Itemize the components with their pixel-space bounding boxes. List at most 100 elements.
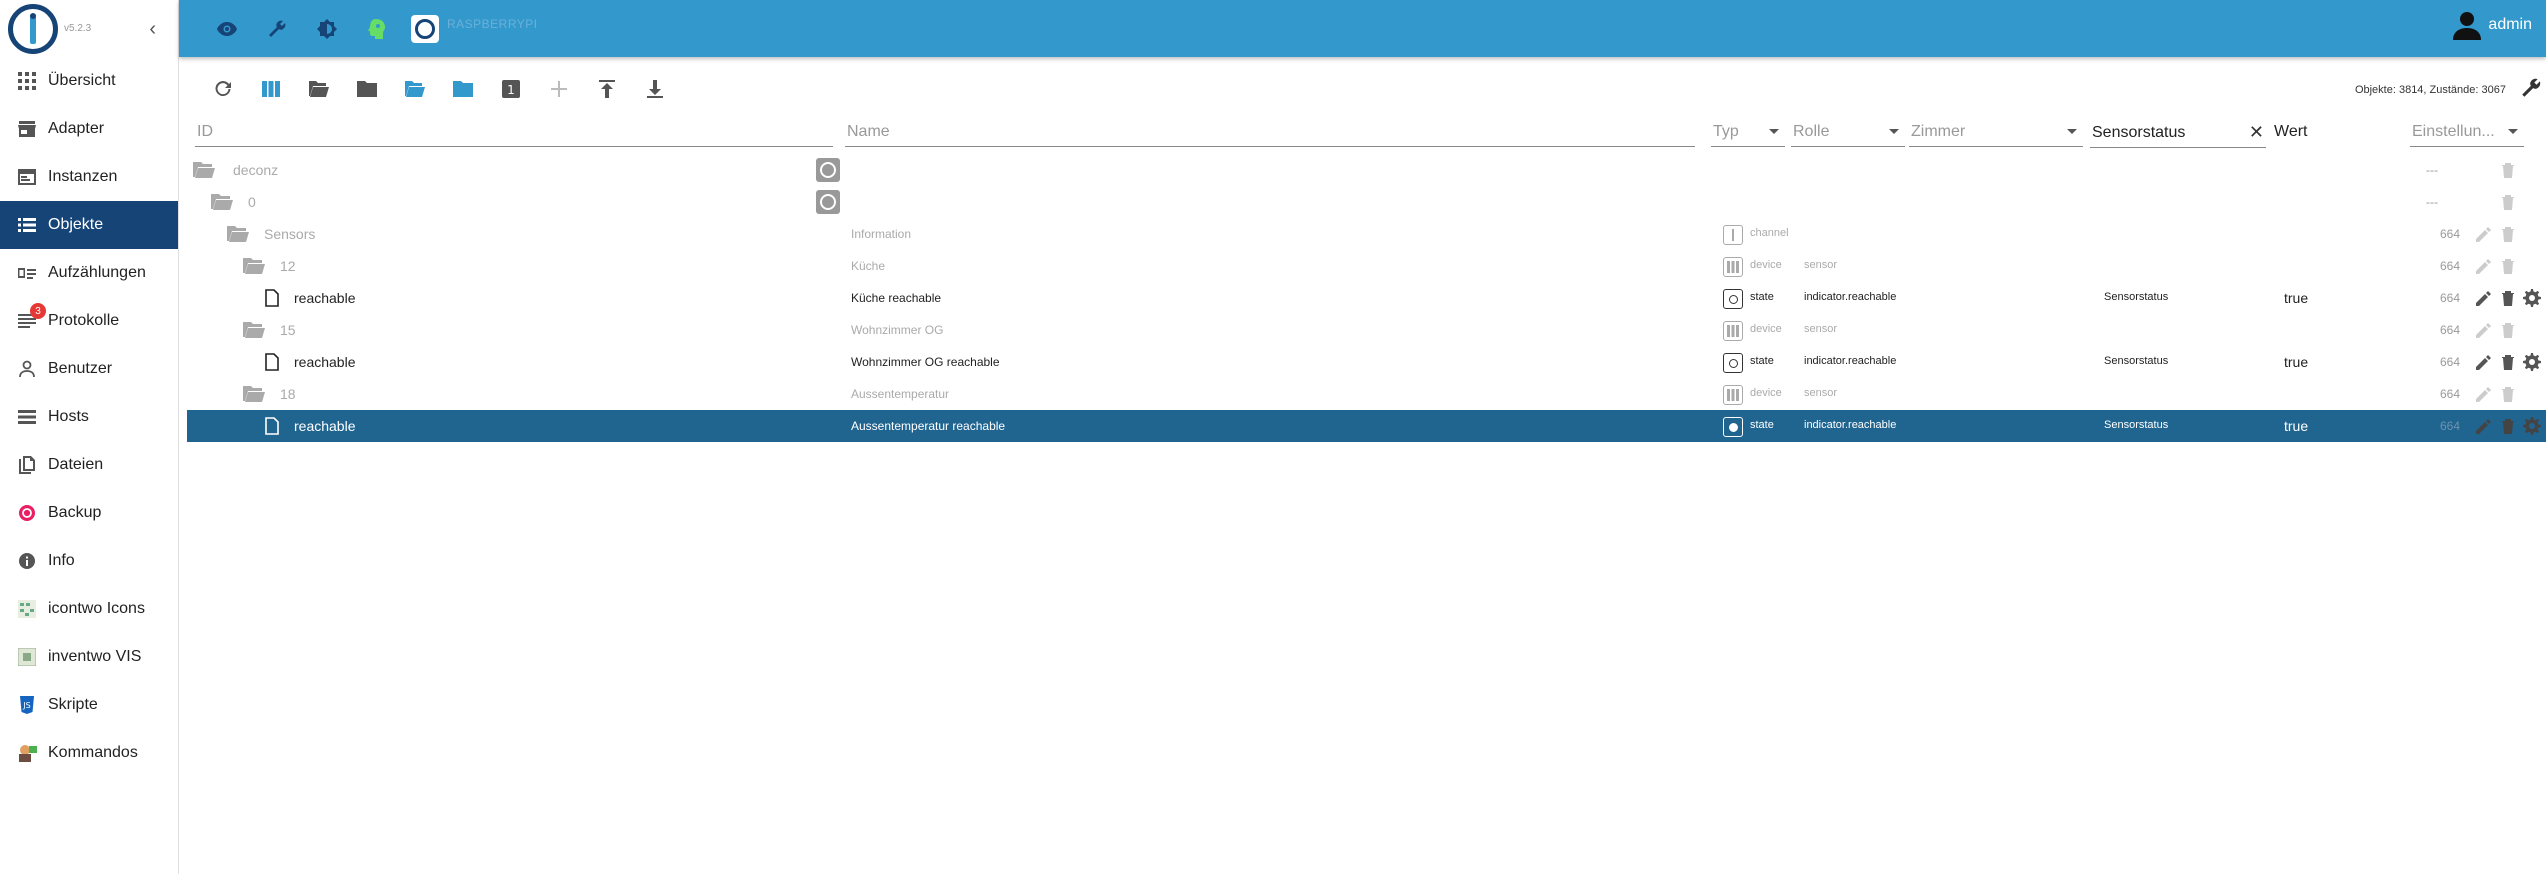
logo-area: v5.2.3 ‹: [0, 0, 178, 57]
folder-button[interactable]: [343, 69, 391, 109]
edit-icon[interactable]: [2474, 288, 2494, 308]
delete-icon[interactable]: [2498, 192, 2518, 212]
table-row[interactable]: 12 Küche device sensor 664: [187, 250, 2546, 282]
sidebar-item-skripte[interactable]: JS Skripte: [0, 681, 178, 729]
sidebar-item-label: Kommandos: [48, 744, 138, 761]
edit-icon[interactable]: [2474, 384, 2494, 404]
row-acl: ---: [2426, 195, 2438, 209]
row-value[interactable]: true: [2284, 290, 2308, 306]
folder-open-icon[interactable]: [243, 257, 265, 275]
edit-icon[interactable]: [2474, 352, 2494, 372]
row-id: deconz: [233, 162, 279, 178]
sidebar-item-instanzen[interactable]: Instanzen: [0, 153, 178, 201]
function-filter-input[interactable]: Sensorstatus ✕: [2090, 118, 2266, 148]
id-filter-input[interactable]: ID: [195, 117, 833, 147]
value-header-label: Wert: [2274, 123, 2308, 140]
user-menu[interactable]: admin: [2452, 10, 2532, 40]
collapse-sidebar-icon[interactable]: ‹: [149, 18, 156, 41]
edit-icon[interactable]: [2474, 416, 2494, 436]
row-name: Aussentemperatur reachable: [851, 419, 1006, 433]
folder-open-icon[interactable]: [193, 161, 215, 179]
folder-open-icon[interactable]: [227, 225, 249, 243]
enums-icon: [16, 262, 38, 284]
edit-icon[interactable]: [2474, 224, 2494, 244]
sidebar-item-icontwo[interactable]: icontwo Icons: [0, 585, 178, 633]
list-icon: [16, 214, 38, 236]
table-row[interactable]: Sensors Information channel 664: [187, 218, 2546, 250]
add-object-button[interactable]: [535, 69, 583, 109]
sidebar-item-info[interactable]: Info: [0, 537, 178, 585]
close-icon[interactable]: ✕: [2249, 122, 2264, 143]
edit-icon[interactable]: [2474, 320, 2494, 340]
delete-icon[interactable]: [2498, 256, 2518, 276]
sidebar-item-aufzaehlungen[interactable]: Aufzählungen: [0, 249, 178, 297]
table-row[interactable]: 15 Wohnzimmer OG device sensor 664: [187, 314, 2546, 346]
row-acl: 664: [2439, 291, 2460, 305]
sidebar-item-dateien[interactable]: Dateien: [0, 441, 178, 489]
upload-button[interactable]: [583, 69, 631, 109]
table-row[interactable]: reachable Küche reachable state indicato…: [187, 282, 2546, 314]
row-actions: 664: [2440, 320, 2546, 340]
level-button[interactable]: 1: [487, 69, 535, 109]
row-value[interactable]: true: [2284, 418, 2308, 434]
username: admin: [2488, 16, 2532, 33]
edit-icon[interactable]: [2474, 256, 2494, 276]
delete-icon[interactable]: [2498, 160, 2518, 180]
scripts-icon: JS: [16, 694, 38, 716]
channel-type-icon: [1723, 225, 1743, 245]
settings-wrench-icon[interactable]: [2520, 77, 2542, 104]
download-button[interactable]: [631, 69, 679, 109]
table-row-selected[interactable]: reachable Aussentemperatur reachable sta…: [187, 410, 2546, 442]
room-header-label: Zimmer: [1911, 122, 1966, 140]
table-row[interactable]: deconz ---: [187, 154, 2546, 186]
user-avatar-icon: [2453, 12, 2482, 40]
sidebar-item-adapter[interactable]: Adapter: [0, 105, 178, 153]
refresh-button[interactable]: [199, 69, 247, 109]
columns-button[interactable]: [247, 69, 295, 109]
name-filter-input[interactable]: Name: [845, 117, 1695, 147]
gear-icon[interactable]: [2522, 352, 2542, 372]
delete-icon[interactable]: [2498, 416, 2518, 436]
folder-open-icon[interactable]: [243, 321, 265, 339]
role-filter-select[interactable]: Rolle: [1791, 117, 1905, 147]
eye-icon[interactable]: [209, 11, 245, 47]
delete-icon[interactable]: [2498, 320, 2518, 340]
host-logo-icon[interactable]: [411, 14, 439, 43]
sidebar-item-inventwo[interactable]: inventwo VIS: [0, 633, 178, 681]
delete-icon[interactable]: [2498, 352, 2518, 372]
gear-icon[interactable]: [2522, 416, 2542, 436]
file-icon: [265, 289, 279, 307]
type-filter-select[interactable]: Typ: [1711, 117, 1785, 147]
sidebar-item-uebersicht[interactable]: Übersicht: [0, 57, 178, 105]
delete-icon[interactable]: [2498, 288, 2518, 308]
expand-all-button[interactable]: [391, 69, 439, 109]
delete-icon[interactable]: [2498, 384, 2518, 404]
table-row[interactable]: 0 ---: [187, 186, 2546, 218]
folder-open-icon[interactable]: [243, 385, 265, 403]
sidebar-item-kommandos[interactable]: Kommandos: [0, 729, 178, 777]
sidebar-item-backup[interactable]: Backup: [0, 489, 178, 537]
user-icon: [16, 358, 38, 380]
adapter-icon: [816, 190, 840, 214]
row-id: reachable: [294, 354, 356, 370]
delete-icon[interactable]: [2498, 224, 2518, 244]
gear-icon[interactable]: [2522, 288, 2542, 308]
sidebar-item-benutzer[interactable]: Benutzer: [0, 345, 178, 393]
expert-mode-icon[interactable]: [359, 11, 395, 47]
row-role: indicator.reachable: [1804, 355, 1897, 367]
collapse-all-button[interactable]: [439, 69, 487, 109]
state-type-icon: [1723, 417, 1743, 437]
sidebar-item-objekte[interactable]: Objekte: [0, 201, 178, 249]
folder-open-outline-button[interactable]: [295, 69, 343, 109]
table-row[interactable]: 18 Aussentemperatur device sensor 664: [187, 378, 2546, 410]
log-count-badge: 3: [30, 303, 46, 319]
settings-filter-select[interactable]: Einstellun...: [2410, 117, 2524, 147]
room-filter-select[interactable]: Zimmer: [1909, 117, 2083, 147]
wrench-icon[interactable]: [259, 11, 295, 47]
folder-open-icon[interactable]: [211, 193, 233, 211]
sidebar-item-hosts[interactable]: Hosts: [0, 393, 178, 441]
theme-icon[interactable]: [309, 11, 345, 47]
sidebar-item-protokolle[interactable]: 3 Protokolle: [0, 297, 178, 345]
table-row[interactable]: reachable Wohnzimmer OG reachable state …: [187, 346, 2546, 378]
row-value[interactable]: true: [2284, 354, 2308, 370]
